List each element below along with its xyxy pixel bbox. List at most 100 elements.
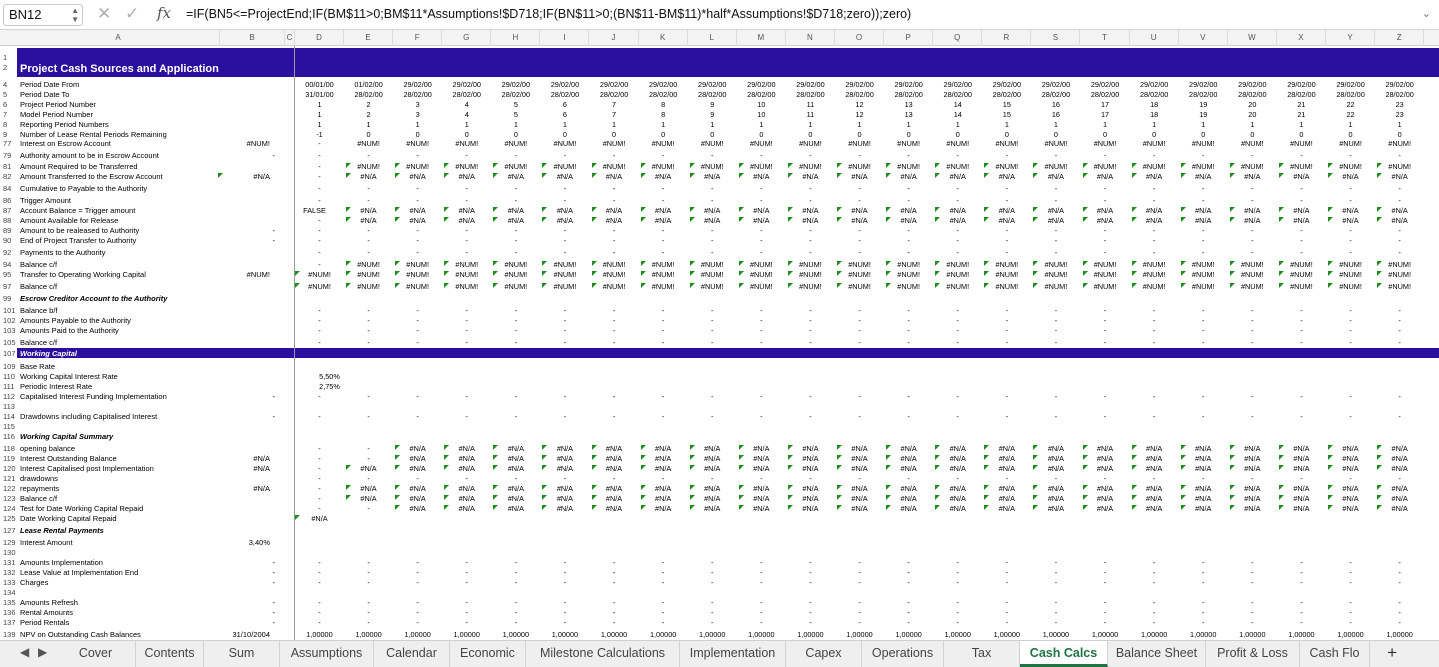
cell-value[interactable]: 1 — [886, 120, 932, 129]
cell-value[interactable]: 29/02/00 — [640, 80, 686, 89]
column-b-value[interactable]: - — [200, 226, 276, 235]
tab-cover[interactable]: Cover — [56, 641, 136, 667]
column-header-T[interactable]: T — [1081, 30, 1130, 46]
cell-value[interactable]: - — [837, 236, 883, 245]
cell-value[interactable]: #N/A — [1278, 464, 1324, 473]
cell-value[interactable]: - — [935, 338, 981, 347]
cell-value[interactable]: #N/A — [493, 172, 539, 181]
cell-value[interactable]: - — [886, 236, 932, 245]
cell-value[interactable]: - — [1377, 151, 1423, 160]
cell-value[interactable]: - — [1033, 196, 1079, 205]
cell-value[interactable]: - — [935, 151, 981, 160]
cell-value[interactable]: - — [591, 248, 637, 257]
row-number[interactable]: 111 — [0, 382, 17, 391]
cell-value[interactable]: #N/A — [1033, 464, 1079, 473]
cell-value[interactable]: - — [1229, 306, 1275, 315]
cell-value[interactable]: #N/A — [689, 172, 735, 181]
cell-value[interactable]: 1,00000 — [837, 630, 883, 639]
cell-value[interactable]: #NUM! — [1180, 282, 1226, 291]
cell-value[interactable]: - — [837, 151, 883, 160]
column-header-C[interactable]: C — [285, 30, 295, 46]
cell-value[interactable]: - — [640, 598, 686, 607]
cell-value[interactable]: - — [1229, 196, 1275, 205]
cell-value[interactable]: - — [346, 326, 392, 335]
cell-value[interactable]: #N/A — [1082, 464, 1128, 473]
cell-value[interactable]: #N/A — [1131, 444, 1177, 453]
cell-value[interactable]: 1,00000 — [689, 630, 735, 639]
cell-value[interactable]: - — [1180, 608, 1226, 617]
cell-value[interactable]: #NUM! — [493, 270, 539, 279]
cell-value[interactable]: #NUM! — [1377, 270, 1423, 279]
cell-value[interactable]: #N/A — [984, 454, 1030, 463]
cell-value[interactable]: - — [542, 474, 588, 483]
column-header-A[interactable]: A — [17, 30, 220, 46]
cell-value[interactable]: - — [346, 598, 392, 607]
cell-value[interactable]: - — [591, 151, 637, 160]
cell-value[interactable]: 20 — [1229, 100, 1275, 109]
cell-value[interactable]: #N/A — [1082, 444, 1128, 453]
column-header-M[interactable]: M — [737, 30, 786, 46]
cell-value[interactable]: - — [346, 578, 392, 587]
cell-value[interactable]: 21 — [1278, 100, 1324, 109]
cell-value[interactable]: - — [1033, 326, 1079, 335]
row-number[interactable]: 87 — [0, 206, 17, 215]
cell-value[interactable]: 28/02/00 — [1180, 90, 1226, 99]
cell-value[interactable]: - — [444, 151, 490, 160]
cell-value[interactable]: - — [1131, 316, 1177, 325]
row-number[interactable]: 1 — [0, 53, 17, 62]
cell-value[interactable]: 16 — [1033, 100, 1079, 109]
cell-value[interactable]: 1,00000 — [395, 630, 441, 639]
row-number[interactable]: 114 — [0, 412, 17, 421]
cell-value[interactable]: #NUM! — [837, 260, 883, 269]
cell-value[interactable]: 14 — [935, 110, 981, 119]
cell-value[interactable]: #NUM! — [1180, 139, 1226, 148]
cell-value[interactable]: - — [1082, 618, 1128, 627]
cell-value[interactable]: #N/A — [444, 484, 490, 493]
cell-value[interactable]: - — [297, 226, 343, 235]
row-number[interactable]: 94 — [0, 260, 17, 269]
cell-value[interactable]: - — [738, 474, 784, 483]
cell-value[interactable]: 1,00000 — [297, 630, 343, 639]
cell-value[interactable]: #N/A — [1377, 172, 1423, 181]
cell-value[interactable]: #N/A — [493, 454, 539, 463]
cell-value[interactable]: - — [1278, 568, 1324, 577]
cell-value[interactable]: #N/A — [886, 504, 932, 513]
cell-value[interactable]: 29/02/00 — [493, 80, 539, 89]
column-header-Y[interactable]: Y — [1326, 30, 1376, 46]
cell-value[interactable]: 22 — [1328, 110, 1374, 119]
cell-value[interactable]: #NUM! — [984, 270, 1030, 279]
cell-value[interactable]: - — [935, 568, 981, 577]
cell-value[interactable]: #N/A — [1131, 454, 1177, 463]
cell-value[interactable]: - — [1229, 474, 1275, 483]
cell-value[interactable]: - — [542, 326, 588, 335]
column-header-H[interactable]: H — [491, 30, 541, 46]
cell-value[interactable]: #N/A — [493, 484, 539, 493]
cell-value[interactable]: - — [640, 151, 686, 160]
cell-value[interactable]: - — [297, 326, 343, 335]
cell-value[interactable]: #NUM! — [542, 282, 588, 291]
cell-value[interactable]: 1,00000 — [1328, 630, 1374, 639]
row-number[interactable]: 124 — [0, 504, 17, 513]
cell-value[interactable]: #NUM! — [738, 139, 784, 148]
column-header-O[interactable]: O — [835, 30, 885, 46]
cell-value[interactable]: - — [738, 306, 784, 315]
cell-value[interactable]: 9 — [689, 110, 735, 119]
cell-value[interactable]: #NUM! — [1082, 162, 1128, 171]
cell-value[interactable]: #N/A — [738, 464, 784, 473]
cell-value[interactable]: - — [738, 608, 784, 617]
cell-value[interactable]: - — [1082, 578, 1128, 587]
cell-value[interactable]: #NUM! — [346, 270, 392, 279]
cell-value[interactable]: - — [395, 608, 441, 617]
cell-value[interactable]: - — [1229, 338, 1275, 347]
cell-value[interactable]: 29/02/00 — [591, 80, 637, 89]
row-number[interactable]: 105 — [0, 338, 17, 347]
cell-value[interactable]: 0 — [1131, 130, 1177, 139]
cell-value[interactable]: #N/A — [984, 216, 1030, 225]
row-number[interactable]: 135 — [0, 598, 17, 607]
cell-value[interactable]: - — [689, 196, 735, 205]
cell-value[interactable]: - — [1229, 248, 1275, 257]
cell-value[interactable]: #N/A — [935, 172, 981, 181]
cell-value[interactable]: 3 — [395, 110, 441, 119]
cell-value[interactable]: - — [297, 236, 343, 245]
cell-value[interactable]: 16 — [1033, 110, 1079, 119]
